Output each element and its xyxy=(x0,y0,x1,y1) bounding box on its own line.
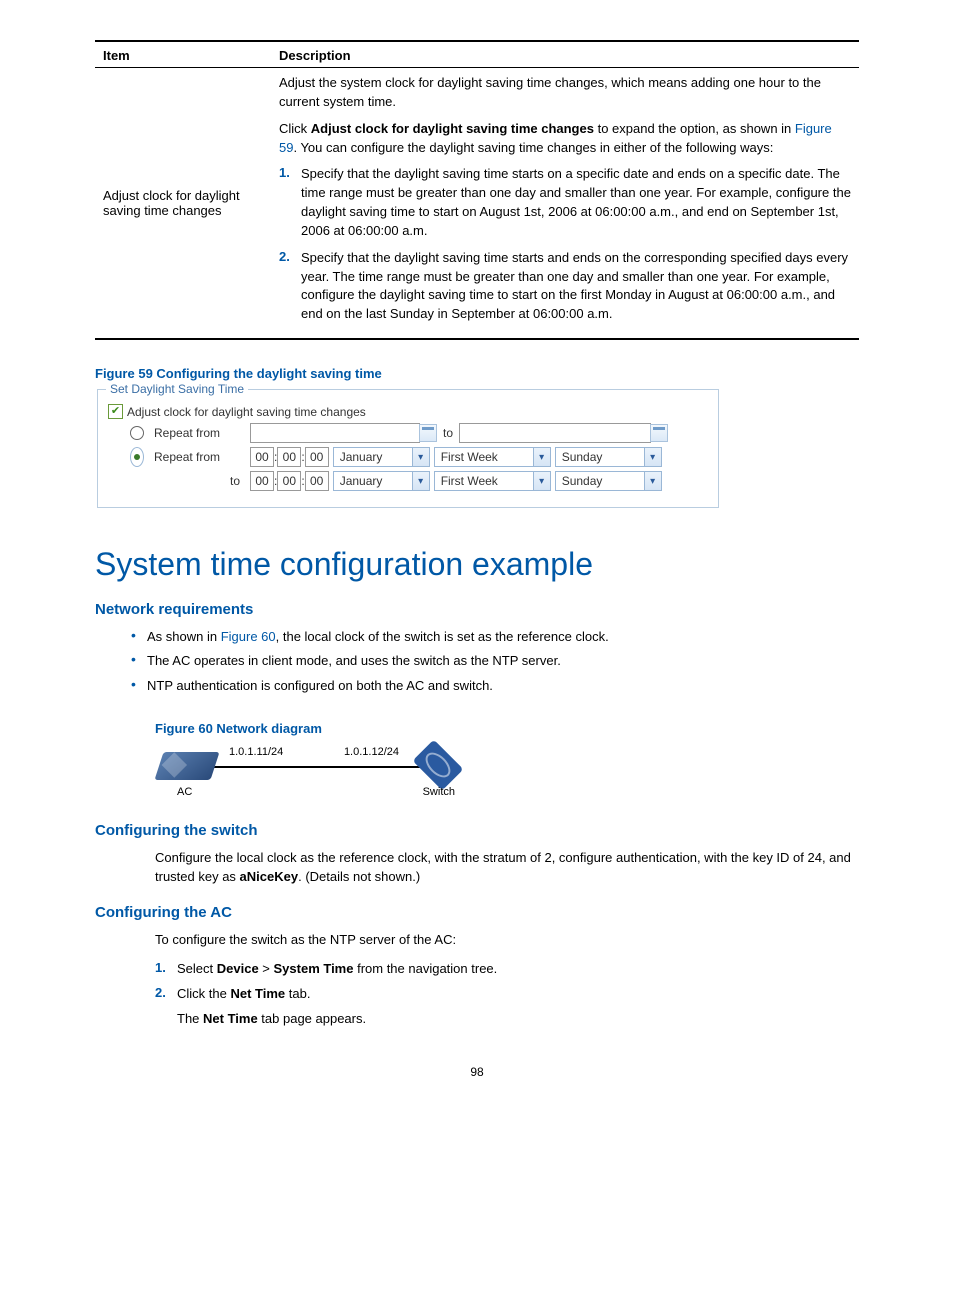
chevron-down-icon: ▾ xyxy=(412,472,429,490)
ss-input[interactable]: 00 xyxy=(305,471,329,491)
subheading-network-requirements: Network requirements xyxy=(95,601,859,618)
network-link-line xyxy=(191,766,427,768)
figure-60-diagram: 1.0.1.11/24 1.0.1.12/24 AC Switch xyxy=(159,744,459,804)
list-item: •The AC operates in client mode, and use… xyxy=(131,652,859,670)
end-date-input[interactable] xyxy=(459,423,651,443)
bullet-icon: • xyxy=(131,677,147,695)
list-item: •NTP authentication is configured on bot… xyxy=(131,677,859,695)
list-item: 2. Specify that the daylight saving time… xyxy=(279,249,851,324)
desc-p2: Click Adjust clock for daylight saving t… xyxy=(279,120,851,158)
dst-checkbox[interactable]: ✔ xyxy=(108,404,123,419)
paragraph: Configure the local clock as the referen… xyxy=(155,849,859,887)
figure-59-panel: Set Daylight Saving Time ✔ Adjust clock … xyxy=(97,389,719,508)
chevron-down-icon: ▾ xyxy=(412,448,429,466)
repeat-once-radio[interactable] xyxy=(130,426,144,440)
figure-60-link[interactable]: Figure 60 xyxy=(221,629,276,644)
chevron-down-icon: ▾ xyxy=(644,448,661,466)
calendar-icon[interactable] xyxy=(419,424,437,442)
ac-node-icon xyxy=(154,752,219,780)
week-select[interactable]: First Week▾ xyxy=(434,447,551,467)
to-label: to xyxy=(144,474,250,488)
ss-input[interactable]: 00 xyxy=(305,447,329,467)
dst-checkbox-label: Adjust clock for daylight saving time ch… xyxy=(127,405,366,419)
page-title: System time configuration example xyxy=(95,546,859,583)
cell-desc: Adjust the system clock for daylight sav… xyxy=(271,68,859,340)
paragraph: To configure the switch as the NTP serve… xyxy=(155,931,859,950)
figure-caption: Figure 59 Configuring the daylight savin… xyxy=(95,366,859,381)
calendar-icon[interactable] xyxy=(650,424,668,442)
month-select[interactable]: January▾ xyxy=(333,471,430,491)
bullet-icon: • xyxy=(131,628,147,646)
chevron-down-icon: ▾ xyxy=(533,448,550,466)
week-select[interactable]: First Week▾ xyxy=(434,471,551,491)
mm-input[interactable]: 00 xyxy=(277,447,301,467)
repeat-from-label: Repeat from xyxy=(148,450,250,464)
chevron-down-icon: ▾ xyxy=(644,472,661,490)
repeat-from-label: Repeat from xyxy=(148,426,250,440)
th-item: Item xyxy=(95,44,271,68)
th-desc: Description xyxy=(271,44,859,68)
ip-label: 1.0.1.12/24 xyxy=(344,746,399,758)
figure-caption: Figure 60 Network diagram xyxy=(155,721,859,736)
day-select[interactable]: Sunday▾ xyxy=(555,447,662,467)
to-label: to xyxy=(437,426,459,440)
steps-list: 1. Select Device > System Time from the … xyxy=(155,960,859,1029)
day-select[interactable]: Sunday▾ xyxy=(555,471,662,491)
repeat-yearly-radio[interactable] xyxy=(130,447,144,467)
list-item: 1. Select Device > System Time from the … xyxy=(155,960,859,979)
ip-label: 1.0.1.11/24 xyxy=(229,746,283,758)
hh-input[interactable]: 00 xyxy=(250,447,274,467)
chevron-down-icon: ▾ xyxy=(533,472,550,490)
hh-input[interactable]: 00 xyxy=(250,471,274,491)
node-label: AC xyxy=(177,786,192,798)
table-row: Adjust clock for daylight saving time ch… xyxy=(95,68,859,340)
top-rule xyxy=(95,40,859,42)
switch-node-icon xyxy=(413,739,464,790)
start-date-input[interactable] xyxy=(250,423,420,443)
cell-item: Adjust clock for daylight saving time ch… xyxy=(95,68,271,340)
subheading-configuring-switch: Configuring the switch xyxy=(95,822,859,839)
page-number: 98 xyxy=(95,1065,859,1079)
node-label: Switch xyxy=(423,786,455,798)
list-item: •As shown in Figure 60, the local clock … xyxy=(131,628,859,646)
description-table: Item Description Adjust clock for daylig… xyxy=(95,44,859,340)
desc-p1: Adjust the system clock for daylight sav… xyxy=(279,74,851,112)
list-item: 2. Click the Net Time tab. The Net Time … xyxy=(155,985,859,1029)
mm-input[interactable]: 00 xyxy=(277,471,301,491)
bullet-icon: • xyxy=(131,652,147,670)
subheading-configuring-ac: Configuring the AC xyxy=(95,904,859,921)
list-item: 1. Specify that the daylight saving time… xyxy=(279,165,851,240)
requirements-list: •As shown in Figure 60, the local clock … xyxy=(95,628,859,695)
month-select[interactable]: January▾ xyxy=(333,447,430,467)
fieldset-legend: Set Daylight Saving Time xyxy=(106,382,248,396)
